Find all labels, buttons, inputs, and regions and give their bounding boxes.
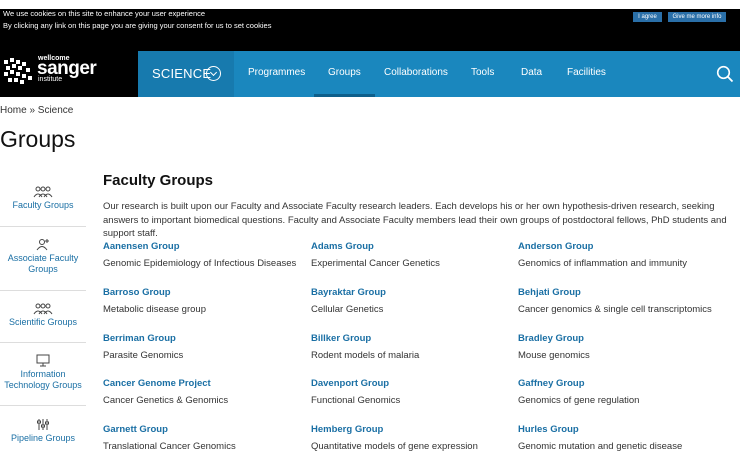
group-item: Hemberg Group Quantitative models of gene…	[311, 424, 511, 452]
group-item: Anderson Group Genomics of inflammation a…	[518, 241, 718, 269]
group-link[interactable]: Hurles Group	[518, 424, 718, 435]
sidebar-item-faculty-groups[interactable]: Faculty Groups	[0, 186, 86, 211]
people-group-icon	[33, 303, 53, 315]
sidebar-divider	[0, 405, 86, 406]
group-link[interactable]: Anderson Group	[518, 241, 718, 252]
nav-item-programmes[interactable]: Programmes	[248, 51, 305, 97]
nav-item-tools[interactable]: Tools	[471, 51, 494, 97]
group-link[interactable]: Davenport Group	[311, 378, 511, 389]
main-navigation: SCIENCE Programmes Groups Collaborations…	[138, 51, 740, 97]
add-person-icon	[36, 239, 49, 251]
group-item: Behjati Group Cancer genomics & single ce…	[518, 287, 718, 315]
cookie-more-info-button[interactable]: Give me more info	[668, 12, 726, 22]
group-description: Genomic mutation and genetic disease	[518, 441, 683, 452]
group-link[interactable]: Adams Group	[311, 241, 511, 252]
cookie-agree-button[interactable]: I agree	[633, 12, 662, 22]
group-description: Genomic Epidemiology of Infectious Disea…	[103, 258, 297, 269]
group-item: Bayraktar Group Cellular Genetics	[311, 287, 511, 315]
logo-text-bottom: institute	[38, 76, 63, 83]
intro-paragraph: Our research is built upon our Faculty a…	[103, 201, 727, 239]
group-item: Hurles Group Genomic mutation and genetic…	[518, 424, 718, 452]
nav-item-facilities[interactable]: Facilities	[567, 51, 606, 97]
science-menu-label: SCIENCE	[152, 66, 212, 81]
sidebar-item-information-technology-groups[interactable]: Information Technology Groups	[0, 354, 86, 391]
group-link[interactable]: Hemberg Group	[311, 424, 511, 435]
group-description: Quantitative models of gene expression	[311, 441, 478, 452]
section-title: Faculty Groups	[103, 172, 214, 189]
group-link[interactable]: Gaffney Group	[518, 378, 718, 389]
group-description: Mouse genomics	[518, 350, 590, 361]
sanger-logo-icon	[4, 58, 32, 84]
group-description: Rodent models of malaria	[311, 350, 420, 361]
chevron-down-icon	[206, 66, 221, 81]
group-description: Cancer genomics & single cell transcript…	[518, 304, 712, 315]
nav-item-data[interactable]: Data	[521, 51, 542, 97]
group-description: Cancer Genetics & Genomics	[103, 395, 229, 406]
group-description: Functional Genomics	[311, 395, 401, 406]
group-description: Translational Cancer Genomics	[103, 441, 236, 452]
group-item: Davenport Group Functional Genomics	[311, 378, 511, 406]
sliders-icon	[37, 419, 49, 430]
group-description: Experimental Cancer Genetics	[311, 258, 440, 269]
sidebar-divider	[0, 226, 86, 227]
group-description: Genomics of gene regulation	[518, 395, 640, 406]
sidebar-item-label: Pipeline Groups	[10, 433, 76, 443]
group-item: Barroso Group Metabolic disease group	[103, 287, 303, 315]
group-link[interactable]: Berriman Group	[103, 333, 303, 344]
group-item: Berriman Group Parasite Genomics	[103, 333, 303, 361]
group-link[interactable]: Bayraktar Group	[311, 287, 511, 298]
group-link[interactable]: Behjati Group	[518, 287, 718, 298]
group-link[interactable]: Cancer Genome Project	[103, 378, 303, 389]
page-title: Groups	[0, 126, 76, 152]
sidebar-item-associate-faculty-groups[interactable]: Associate Faculty Groups	[0, 238, 86, 275]
group-item: Cancer Genome Project Cancer Genetics & G…	[103, 378, 303, 406]
breadcrumb[interactable]: Home » Science	[0, 105, 73, 116]
sidebar-item-label: Faculty Groups	[12, 200, 74, 210]
cookie-consent-message: By clicking any link on this page you ar…	[3, 21, 272, 30]
group-link[interactable]: Garnett Group	[103, 424, 303, 435]
people-group-icon	[33, 186, 53, 198]
search-icon[interactable]	[716, 65, 734, 83]
group-item: Bradley Group Mouse genomics	[518, 333, 718, 361]
group-description: Cellular Genetics	[311, 304, 384, 315]
group-item: Billker Group Rodent models of malaria	[311, 333, 511, 361]
group-description: Parasite Genomics	[103, 350, 184, 361]
sanger-logo[interactable]: wellcome sanger institute	[0, 51, 138, 97]
group-description: Metabolic disease group	[103, 304, 206, 315]
science-menu[interactable]: SCIENCE	[138, 51, 234, 97]
site-header: wellcome sanger institute SCIENCE Progra…	[0, 51, 740, 97]
group-link[interactable]: Bradley Group	[518, 333, 718, 344]
sidebar-item-label: Information Technology Groups	[4, 369, 82, 390]
sidebar-divider	[0, 290, 86, 291]
monitor-icon	[36, 354, 50, 367]
group-link[interactable]: Billker Group	[311, 333, 511, 344]
group-description: Genomics of inflammation and immunity	[518, 258, 687, 269]
sidebar-item-pipeline-groups[interactable]: Pipeline Groups	[0, 418, 86, 444]
group-item: Garnett Group Translational Cancer Genomi…	[103, 424, 303, 452]
sidebar-item-label: Associate Faculty Groups	[7, 253, 79, 274]
cookie-banner: We use cookies on this site to enhance y…	[0, 9, 740, 51]
group-item: Adams Group Experimental Cancer Genetics	[311, 241, 511, 269]
cookie-message: We use cookies on this site to enhance y…	[3, 9, 206, 18]
group-item: Aanensen Group Genomic Epidemiology of In…	[103, 241, 303, 269]
nav-item-groups[interactable]: Groups	[314, 51, 375, 97]
sidebar-item-scientific-groups[interactable]: Scientific Groups	[0, 303, 86, 328]
sidebar-divider	[0, 342, 86, 343]
sidebar-item-label: Scientific Groups	[8, 317, 78, 327]
nav-item-collaborations[interactable]: Collaborations	[384, 51, 448, 97]
group-link[interactable]: Aanensen Group	[103, 241, 303, 252]
group-item: Gaffney Group Genomics of gene regulation	[518, 378, 718, 406]
group-link[interactable]: Barroso Group	[103, 287, 303, 298]
